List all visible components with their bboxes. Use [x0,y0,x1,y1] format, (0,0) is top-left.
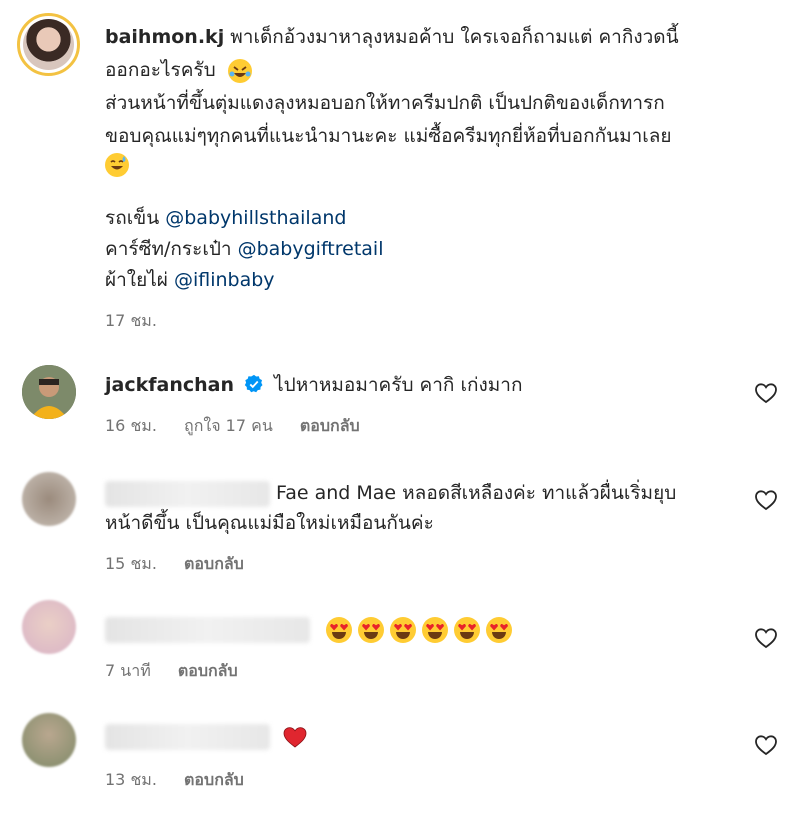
reply-button[interactable]: ตอบกลับ [178,661,238,680]
comment-timestamp[interactable]: 15 ชม. [105,554,157,573]
comment-meta: 16 ชม. ถูกใจ 17 คน ตอบกลับ [105,414,382,439]
cloth-label: ผ้าใยไผ่ [105,269,168,291]
carseat-line: คาร์ซีท/กระเป๋า @babygiftretail [105,235,383,264]
author-username[interactable]: baihmon.kj [105,26,224,48]
commenter-avatar[interactable] [22,713,76,767]
comment-item: 7 นาที ตอบกลับ [0,595,800,690]
comment-meta: 13 ชม. ตอบกลับ [105,768,266,793]
sweat-smile-emoji-icon [105,152,129,177]
reply-button[interactable]: ตอบกลับ [300,416,360,435]
post-caption: baihmon.kj พาเด็กอ้วงมาหาลุงหมอค้าบ ใครเ… [0,0,800,345]
caption-line-1: baihmon.kj พาเด็กอ้วงมาหาลุงหมอค้าบ ใครเ… [105,23,679,52]
comment-like-count[interactable]: ถูกใจ 17 คน [184,416,273,435]
caption-line-4: ขอบคุณแม่ๆทุกคนที่แนะนำมานะคะ แม่ซื้อครี… [105,122,672,151]
heart-eyes-emoji-icon [390,616,417,643]
heart-eyes-emoji-row [326,616,518,643]
comment-body [105,722,308,751]
comment-body [105,615,518,644]
carseat-mention-link[interactable]: @babygiftretail [238,238,384,260]
commenter-username[interactable]: jackfanchan [105,374,234,396]
heart-outline-icon[interactable] [754,489,778,511]
comment-timestamp[interactable]: 7 นาที [105,661,151,680]
caption-line-5 [105,150,129,179]
comment-item: 13 ชม. ตอบกลับ [0,705,800,805]
rofl-emoji-icon [227,58,252,83]
stroller-line: รถเข็น @babyhillsthailand [105,204,346,233]
heart-outline-icon[interactable] [754,382,778,404]
caption-line-3: ส่วนหน้าที่ขึ้นตุ่มแดงลุงหมอบอกให้ทาครีม… [105,89,665,118]
commenter-avatar[interactable] [22,600,76,654]
caption-line-2: ออกอะไรครับ [105,56,252,85]
comment-text: ไปหาหมอมาครับ คากิ เก่งมาก [274,374,523,396]
comment-item: Fae and Mae หลอดสีเหลืองค่ะ ทาแล้วผื่นเร… [0,462,800,577]
heart-outline-icon[interactable] [754,627,778,649]
cloth-mention-link[interactable]: @iflinbaby [174,269,275,291]
reply-button[interactable]: ตอบกลับ [184,770,244,789]
comment-meta: 15 ชม. ตอบกลับ [105,552,266,577]
stroller-mention-link[interactable]: @babyhillsthailand [165,207,346,229]
comment-text-1: Fae and Mae หลอดสีเหลืองค่ะ ทาแล้วผื่นเร… [276,482,677,504]
commenter-username-blurred[interactable] [105,616,310,643]
comment-text-2: หน้าดีขึ้น เป็นคุณแม่มือใหม่เหมือนกันค่ะ [105,512,434,534]
red-heart-emoji-icon [283,726,307,748]
caption-text-3: ส่วนหน้าที่ขึ้นตุ่มแดงลุงหมอบอกให้ทาครีม… [105,92,665,114]
comment-body: Fae and Mae หลอดสีเหลืองค่ะ ทาแล้วผื่นเร… [105,479,676,508]
comment-timestamp[interactable]: 16 ชม. [105,416,157,435]
stroller-label: รถเข็น [105,207,160,229]
caption-text-4: ขอบคุณแม่ๆทุกคนที่แนะนำมานะคะ แม่ซื้อครี… [105,125,672,147]
comment-item: jackfanchan ไปหาหมอมาครับ คากิ เก่งมาก 1… [0,355,800,445]
caption-meta: 17 ชม. [105,309,179,334]
commenter-username-blurred[interactable] [105,723,270,750]
comment-body-2: หน้าดีขึ้น เป็นคุณแม่มือใหม่เหมือนกันค่ะ [105,509,434,538]
heart-eyes-emoji-icon [422,616,449,643]
commenter-avatar[interactable] [22,472,76,526]
commenter-username-blurred[interactable] [105,480,270,507]
author-avatar[interactable] [17,13,80,76]
caption-timestamp[interactable]: 17 ชม. [105,311,157,330]
heart-eyes-emoji-icon [358,616,385,643]
comment-meta: 7 นาที ตอบกลับ [105,659,260,684]
heart-eyes-emoji-icon [486,616,513,643]
commenter-avatar[interactable] [22,365,76,419]
comment-body: jackfanchan ไปหาหมอมาครับ คากิ เก่งมาก [105,371,522,400]
cloth-line: ผ้าใยไผ่ @iflinbaby [105,266,275,295]
heart-outline-icon[interactable] [754,734,778,756]
comment-timestamp[interactable]: 13 ชม. [105,770,157,789]
verified-badge-icon [244,374,263,393]
caption-text-1: พาเด็กอ้วงมาหาลุงหมอค้าบ ใครเจอก็ถามแต่ … [230,26,679,48]
carseat-label: คาร์ซีท/กระเป๋า [105,238,232,260]
caption-text-2: ออกอะไรครับ [105,59,216,81]
heart-eyes-emoji-icon [326,616,353,643]
heart-eyes-emoji-icon [454,616,481,643]
reply-button[interactable]: ตอบกลับ [184,554,244,573]
